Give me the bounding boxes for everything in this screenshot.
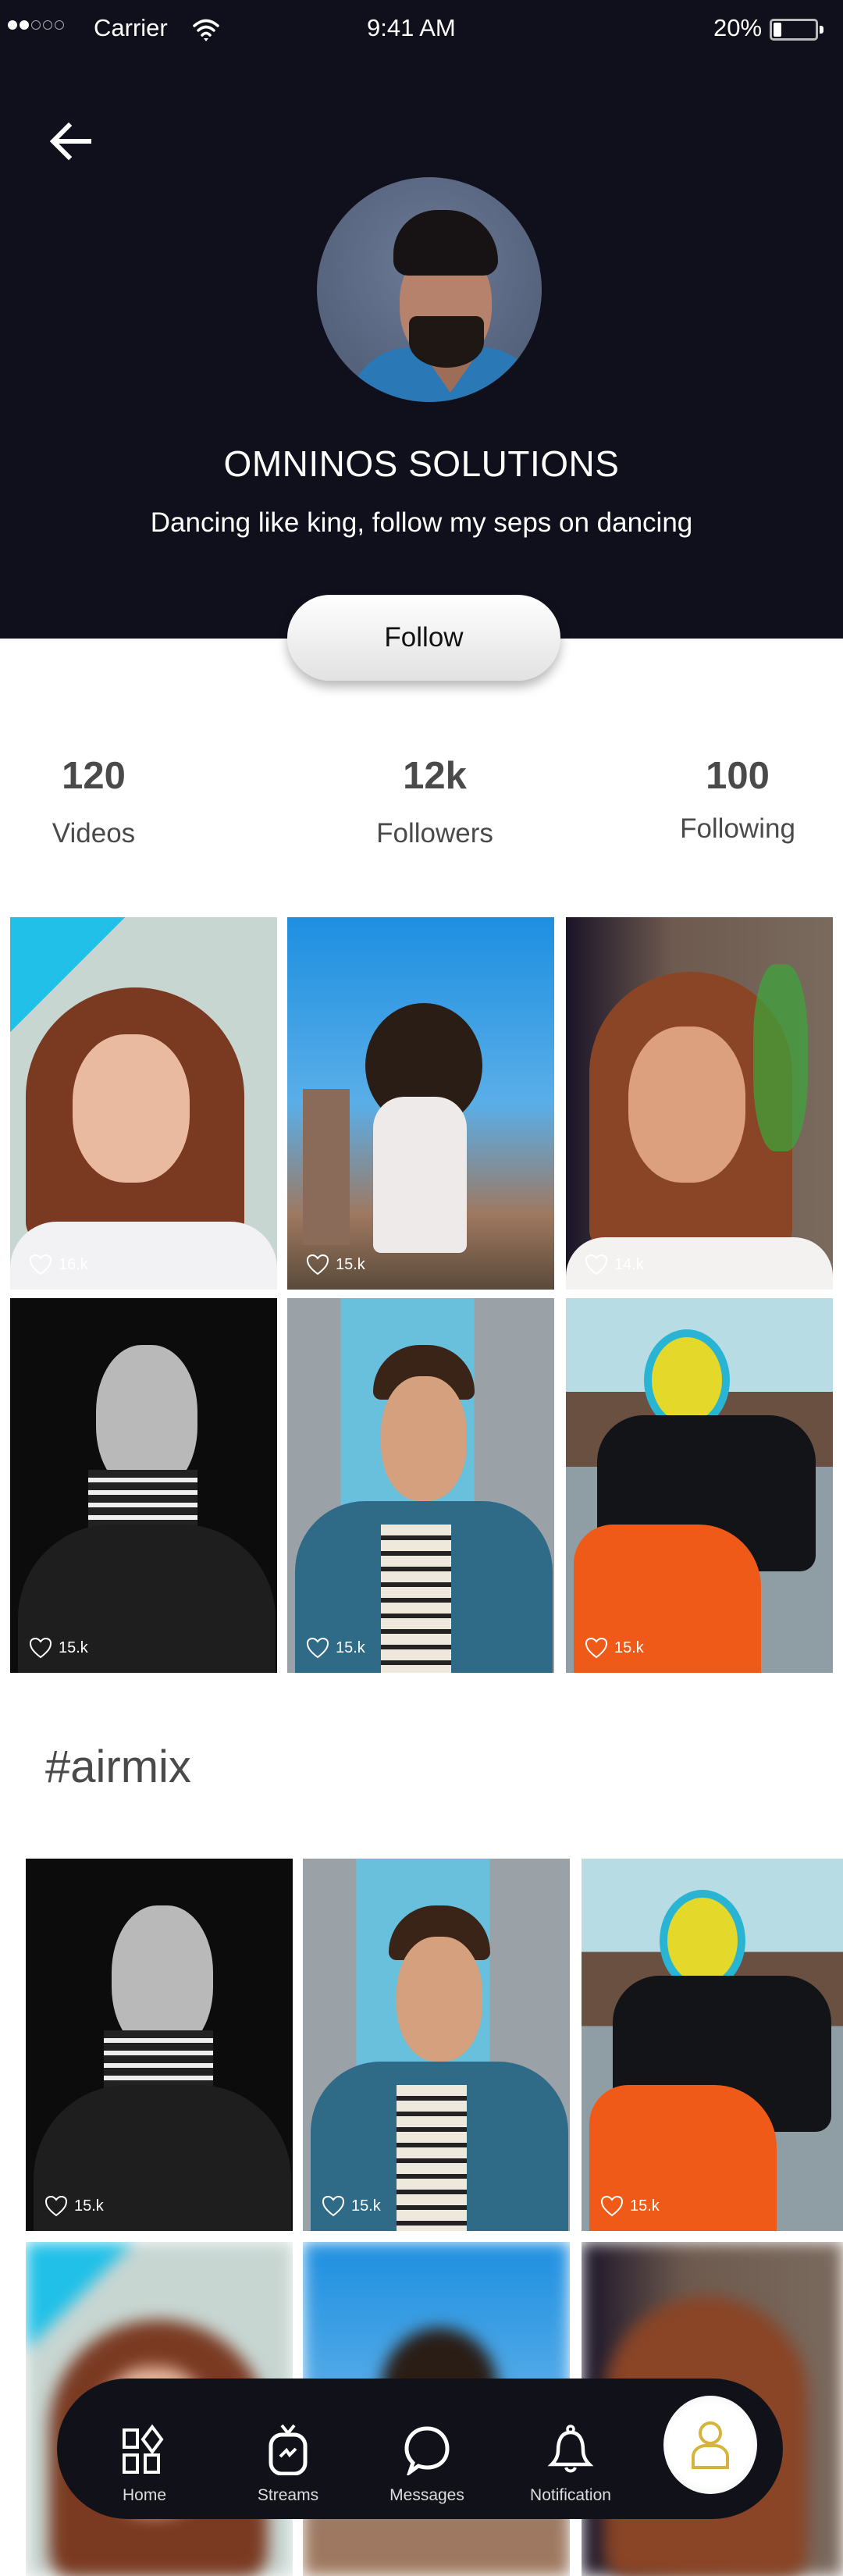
wifi-icon [193,19,219,41]
likes-count: 15.k [585,1637,644,1659]
hashtag-video-thumbnail[interactable]: 15.k [303,1859,570,2231]
stat-videos[interactable]: 120 Videos [31,754,156,849]
nav-label: Streams [257,2486,319,2504]
heart-icon [29,1637,52,1659]
likes-value: 15.k [74,2197,104,2215]
heart-icon [306,1637,329,1659]
likes-count: 15.k [29,1637,88,1659]
heart-icon [44,2195,68,2217]
chat-bubble-icon [404,2426,450,2475]
avatar-beard [409,316,484,368]
likes-value: 14.k [614,1255,644,1273]
signal-dot [20,20,29,30]
video-thumbnail[interactable]: 14.k [566,917,833,1290]
heart-icon [322,2195,345,2217]
nav-home[interactable]: Home [86,2379,203,2519]
likes-value: 15.k [351,2197,381,2215]
thumbnail-face [628,1026,745,1183]
signal-dot [31,20,41,30]
profile-avatar[interactable] [317,177,542,402]
stat-value: 12k [403,755,467,797]
stat-following[interactable]: 100 Following [660,754,816,845]
likes-count: 15.k [600,2195,660,2217]
back-arrow-icon[interactable] [48,122,92,161]
video-thumbnail[interactable]: 15.k [10,1298,277,1673]
nav-notification[interactable]: Notification [512,2379,629,2519]
hashtag-title[interactable]: #airmix [45,1741,191,1793]
thumbnail-leaves [753,964,808,1151]
nav-label: Home [122,2486,167,2504]
likes-value: 15.k [59,1638,88,1656]
thumbnail-shirt [373,1097,467,1253]
clock: 9:41 AM [367,14,456,41]
nav-profile[interactable] [663,2396,757,2494]
profile-icon [692,2421,729,2469]
home-grid-icon [123,2424,164,2474]
likes-count: 14.k [585,1254,644,1276]
likes-count: 15.k [322,2195,381,2217]
likes-value: 15.k [336,1638,365,1656]
video-thumbnail[interactable]: 15.k [287,1298,554,1673]
likes-count: 15.k [306,1254,365,1276]
battery-icon [770,19,818,41]
nav-label: Notification [530,2486,611,2504]
battery-tip [820,26,823,34]
thumbnail-face [397,1937,482,2062]
carrier-label: Carrier [94,14,168,41]
heart-icon [585,1637,608,1659]
nav-streams[interactable]: Streams [229,2379,347,2519]
video-thumbnail[interactable]: 16.k [10,917,277,1290]
battery-level [774,23,781,37]
heart-icon [306,1254,329,1276]
profile-name: OMNINOS SOLUTIONS [223,443,620,484]
likes-value: 15.k [336,1255,365,1273]
video-thumbnail[interactable]: 15.k [566,1298,833,1673]
status-bar: Carrier 9:41 AM 20% [0,0,843,59]
likes-count: 15.k [306,1637,365,1659]
bottom-nav: Home Streams Messages Notification [57,2379,783,2519]
stat-label: Followers [376,818,493,849]
stat-followers[interactable]: 12k Followers [349,754,521,849]
nav-label: Messages [389,2486,464,2504]
thumbnail-building [303,1089,350,1245]
signal-dot [43,20,52,30]
stat-value: 120 [62,755,126,797]
thumbnail-face [73,1034,190,1183]
tv-icon [269,2424,308,2475]
hashtag-video-thumbnail[interactable]: 15.k [26,1859,293,2231]
video-thumbnail[interactable]: 15.k [287,917,554,1290]
signal-dot [8,20,17,30]
signal-dot [55,20,64,30]
heart-icon [585,1254,608,1276]
nav-messages[interactable]: Messages [368,2379,486,2519]
likes-count: 15.k [44,2195,104,2217]
stat-value: 100 [706,755,770,797]
likes-value: 16.k [59,1255,88,1273]
stat-label: Videos [52,818,136,849]
heart-icon [600,2195,624,2217]
battery-percent: 20% [713,14,763,41]
hashtag-video-thumbnail[interactable]: 15.k [582,1859,843,2231]
thumbnail-striped-shirt [397,2085,467,2231]
likes-value: 15.k [630,2197,660,2215]
avatar-hair [393,210,498,276]
follow-button[interactable]: Follow [287,595,560,681]
stat-label: Following [680,813,795,844]
thumbnail-face [381,1376,467,1501]
likes-count: 16.k [29,1254,88,1276]
signal-strength-icon [8,20,64,30]
likes-value: 15.k [614,1638,644,1656]
heart-icon [29,1254,52,1276]
thumbnail-striped-shirt [381,1525,451,1673]
bell-icon [547,2425,594,2473]
profile-bio: Dancing like king, follow my seps on dan… [150,507,693,538]
